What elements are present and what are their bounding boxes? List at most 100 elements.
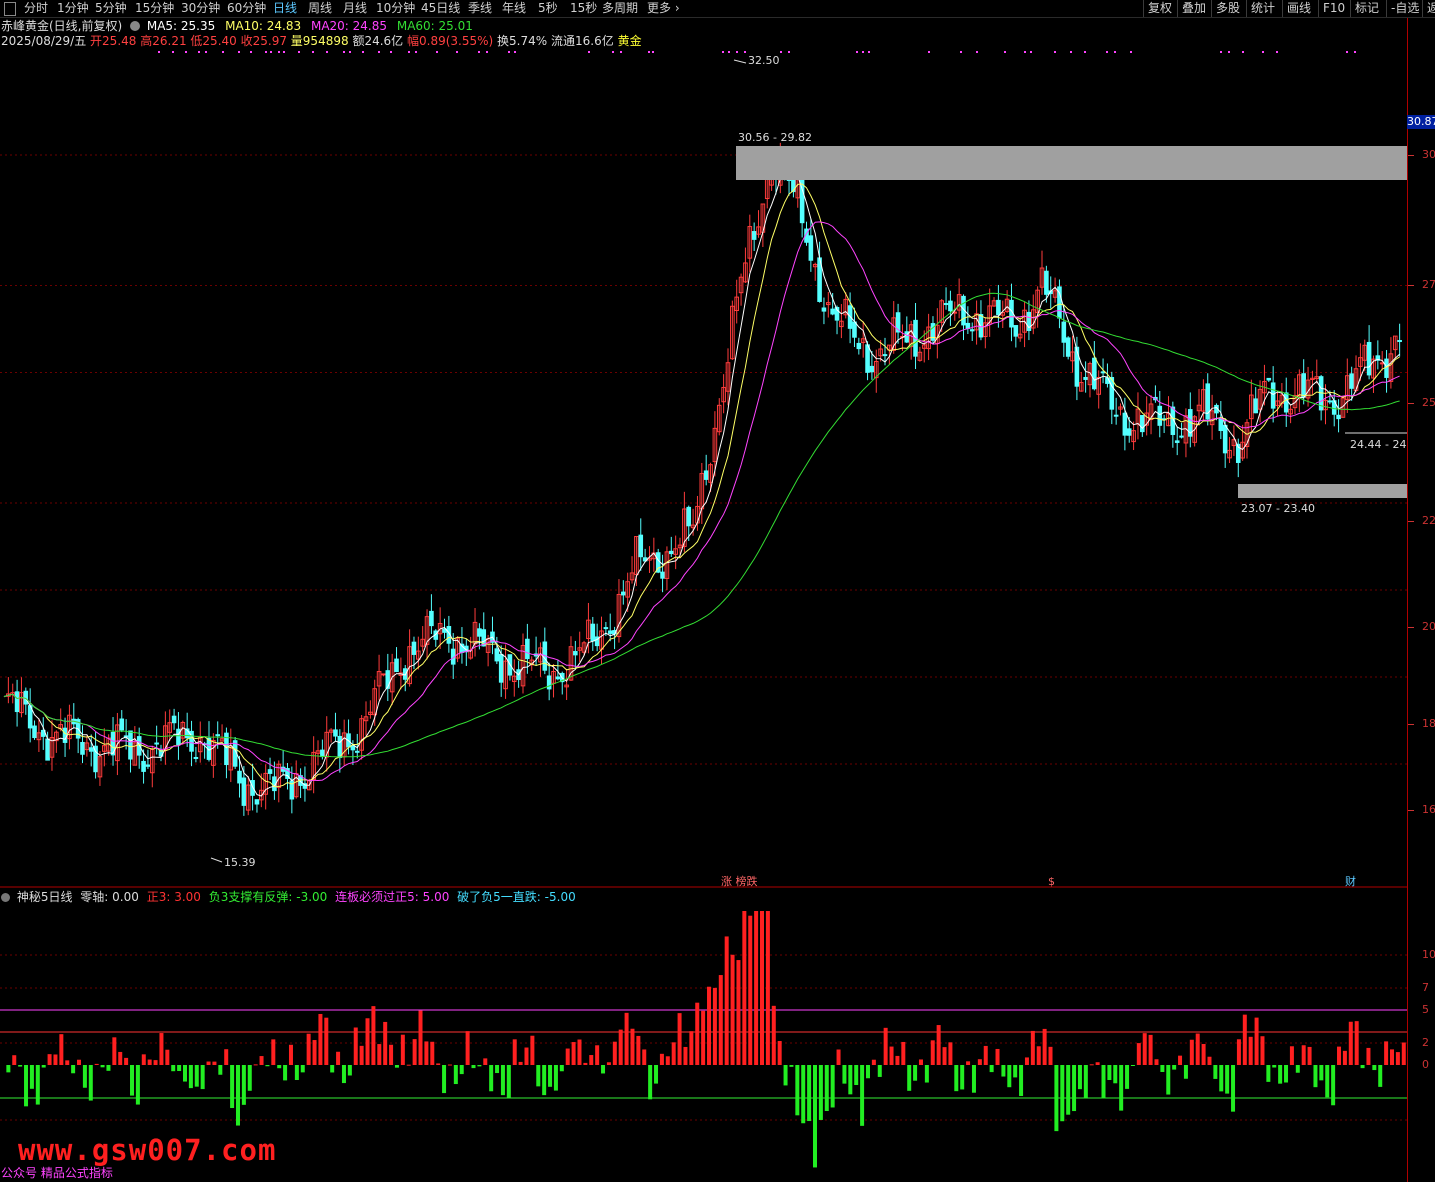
period-tab-16[interactable]: 更多 › (647, 0, 680, 17)
indicator-bar (1172, 1065, 1177, 1070)
period-tab-13[interactable]: 5秒 (538, 0, 558, 17)
toolbar-button-7[interactable]: -自选 (1386, 0, 1423, 17)
period-tab-3[interactable]: 15分钟 (135, 0, 174, 17)
indicator-bar (1354, 1021, 1359, 1065)
indicator-bar (447, 1064, 452, 1066)
indicator-bar (182, 1065, 187, 1082)
signal-dot (1276, 51, 1278, 53)
indicator-bar (288, 1044, 293, 1065)
indicator-bar (1254, 1017, 1259, 1065)
period-tab-5[interactable]: 60分钟 (227, 0, 266, 17)
indicator-bar (1154, 1059, 1159, 1065)
period-tab-15[interactable]: 多周期 (602, 0, 638, 17)
indicator-bar (24, 1065, 29, 1107)
candle-body (1270, 382, 1276, 409)
candle-body (1100, 371, 1106, 374)
candle-body (1253, 398, 1259, 414)
indicator-bar (542, 1065, 547, 1096)
toolbar-button-8[interactable]: 返 (1422, 0, 1435, 17)
candle-body (119, 718, 125, 731)
indicator-bar (165, 1049, 170, 1065)
indicator-bar (1360, 1065, 1365, 1069)
indicator-bar (1272, 1065, 1277, 1068)
toolbar-button-6[interactable]: 标记 (1350, 0, 1383, 17)
signal-dot (1262, 51, 1264, 53)
period-tab-0[interactable]: 分时 (24, 0, 48, 17)
toolbar-button-1[interactable]: 叠加 (1177, 0, 1210, 17)
indicator-bar (459, 1065, 464, 1075)
indicator-bar (1307, 1046, 1312, 1065)
indicator-bar (406, 1064, 411, 1066)
candle-body (603, 627, 609, 630)
indicator-bar (848, 1065, 853, 1095)
kline-chart[interactable]: 32.50 30.56 - 29.82 23.07 - 23.40 24.44 - 2… (0, 18, 1407, 888)
indicator-bar (1160, 1065, 1165, 1072)
price-axis (1407, 18, 1435, 1182)
toolbar-button-3[interactable]: 统计 (1246, 0, 1279, 17)
indicator-bar (642, 1049, 647, 1065)
candle-body (193, 756, 199, 759)
signal-dot (1084, 51, 1086, 53)
candle-body (525, 638, 530, 660)
indicator-bar (871, 1059, 876, 1065)
indicator-bar (971, 1065, 976, 1093)
indicator-bar (465, 1031, 470, 1065)
indicator-bar (683, 1046, 688, 1065)
collapse-icon[interactable] (1, 893, 10, 902)
indicator-title[interactable]: 神秘5日线 (17, 890, 73, 904)
candle-body (254, 799, 260, 805)
ma60-line (3, 292, 1400, 758)
toolbar-button-2[interactable]: 多股 (1211, 0, 1244, 17)
candle-body (686, 506, 692, 527)
candle-body (145, 764, 151, 767)
indicator-bar (854, 1065, 859, 1086)
indicator-bar (748, 915, 753, 1065)
indicator-bar (65, 1060, 70, 1065)
signal-dot (390, 51, 392, 53)
period-tab-10[interactable]: 45日线 (421, 0, 460, 17)
toolbar-button-0[interactable]: 复权 (1143, 0, 1176, 17)
period-tab-2[interactable]: 5分钟 (95, 0, 127, 17)
toolbar-button-5[interactable]: F10 (1318, 0, 1349, 17)
candle-body (943, 303, 949, 306)
candle-body (607, 630, 613, 634)
signal-dot (1030, 51, 1032, 53)
candle-body (498, 653, 504, 683)
candle-body (381, 673, 386, 676)
signal-dot (514, 51, 516, 53)
indicator-bar (677, 1013, 682, 1065)
toolbar-button-4[interactable]: 画线 (1282, 0, 1315, 17)
period-tab-4[interactable]: 30分钟 (181, 0, 220, 17)
period-tab-14[interactable]: 15秒 (570, 0, 597, 17)
period-tab-1[interactable]: 1分钟 (57, 0, 89, 17)
indicator-bar (253, 1064, 258, 1066)
period-tab-11[interactable]: 季线 (468, 0, 492, 17)
candle-body (869, 365, 875, 373)
indicator-axis-label: 7 (1422, 981, 1429, 994)
candle-body (62, 727, 68, 743)
indicator-bar (830, 1065, 835, 1108)
signal-dot (1070, 51, 1072, 53)
signal-dot (1114, 51, 1116, 53)
indicator-bar (294, 1065, 299, 1081)
indicator-bar (624, 1012, 629, 1065)
indicator-bar (336, 1051, 341, 1065)
period-tab-7[interactable]: 周线 (308, 0, 332, 17)
period-tab-6[interactable]: 日线 (273, 0, 297, 17)
indicator-bar (6, 1065, 11, 1073)
period-tab-8[interactable]: 月线 (343, 0, 367, 17)
indicator-bar (506, 1065, 511, 1098)
indicator-bar (824, 1065, 829, 1112)
indicator-bar (159, 1033, 164, 1065)
indicator-bar (271, 1039, 276, 1065)
candle-body (32, 725, 37, 739)
indicator-bar (665, 1056, 670, 1065)
indicator-bar (865, 1065, 870, 1079)
signal-dot (612, 51, 614, 53)
period-tab-9[interactable]: 10分钟 (376, 0, 415, 17)
indicator-bar (471, 1065, 476, 1069)
indicator-bar (318, 1013, 323, 1065)
signal-dot (1106, 51, 1108, 53)
menu-icon[interactable] (4, 2, 16, 16)
period-tab-12[interactable]: 年线 (502, 0, 526, 17)
